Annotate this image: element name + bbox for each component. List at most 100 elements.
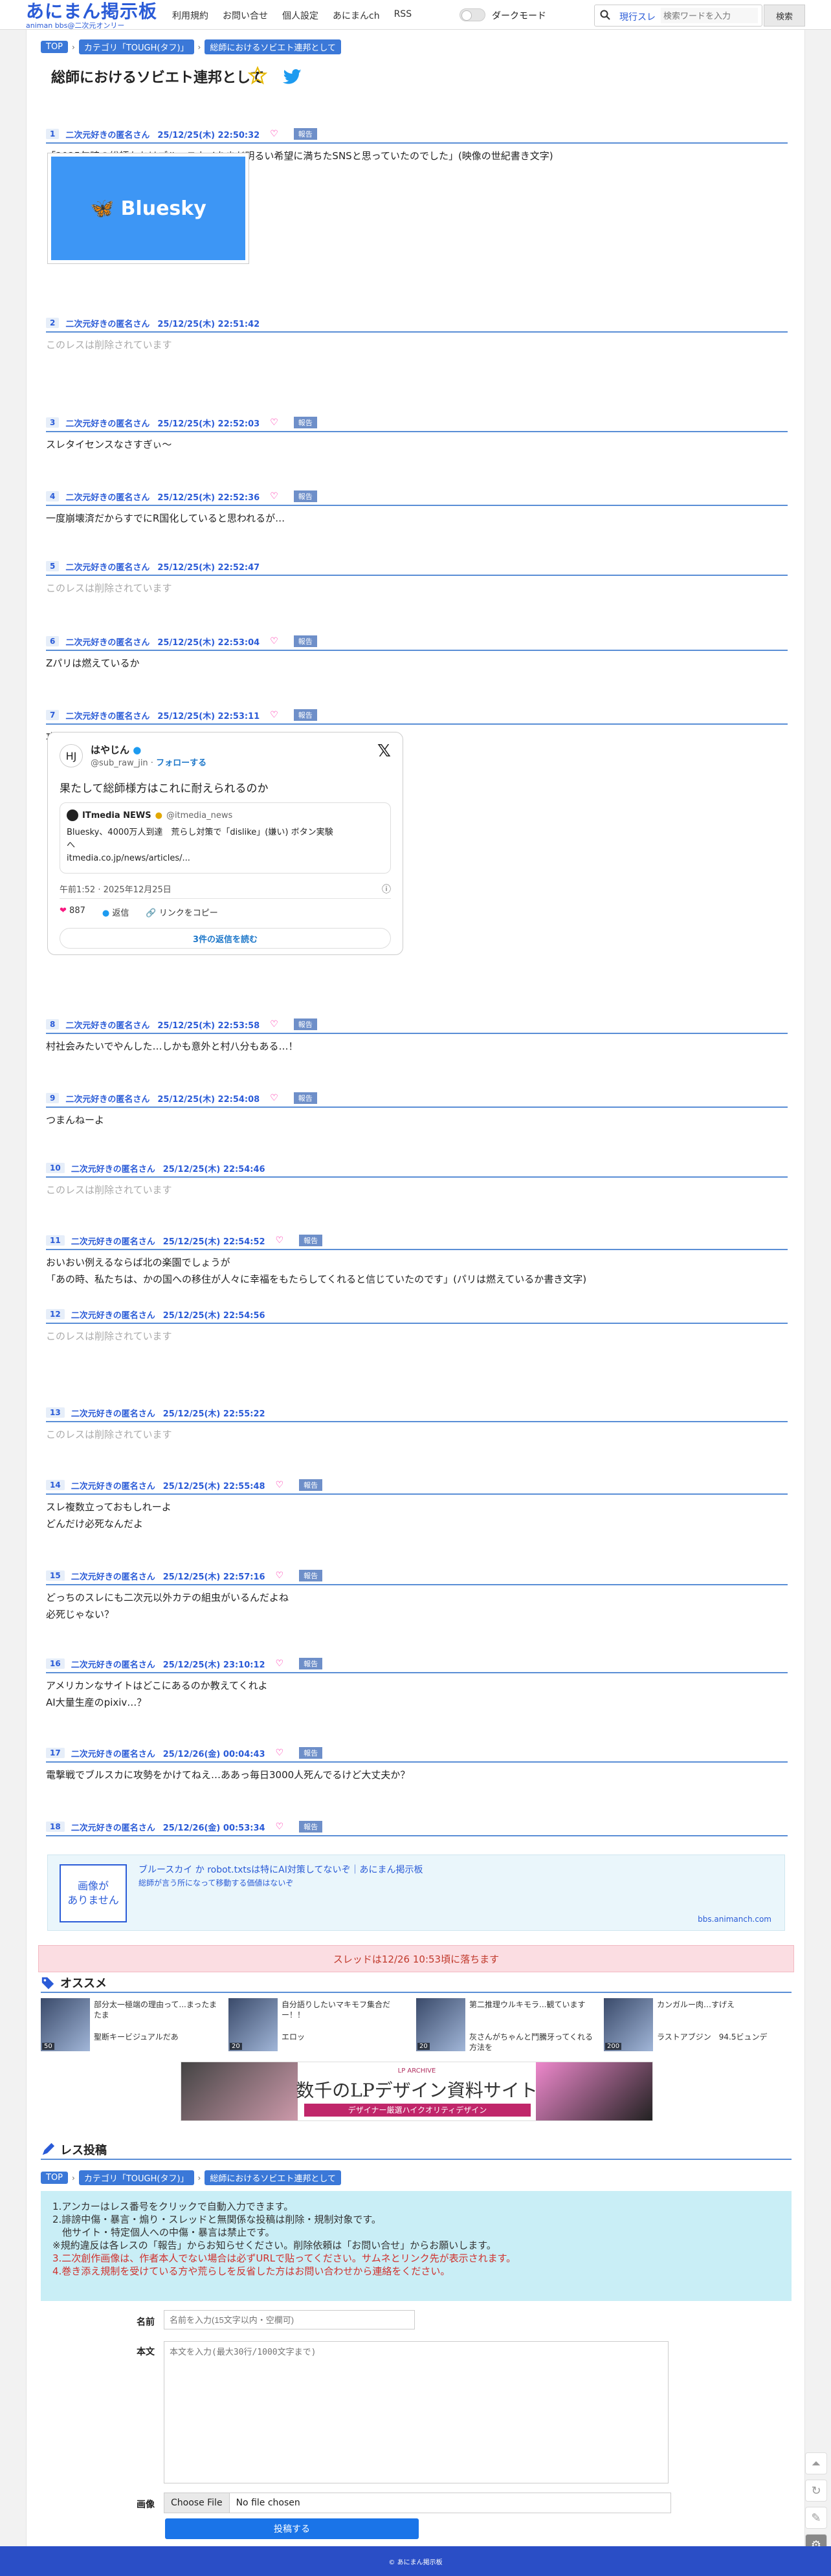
dark-mode-toggle[interactable]	[460, 8, 485, 21]
res-number[interactable]: 15	[46, 1570, 65, 1581]
like-heart-icon[interactable]: ♡	[270, 417, 278, 428]
res-number[interactable]: 18	[46, 1822, 65, 1832]
search-button[interactable]: 検索	[764, 5, 805, 27]
res-number[interactable]: 14	[46, 1480, 65, 1490]
like-heart-icon[interactable]: ♡	[276, 1570, 284, 1581]
breadcrumb-category[interactable]: カテゴリ「TOUGH(タフ)」	[78, 39, 194, 54]
like-heart-icon[interactable]: ♡	[270, 1019, 278, 1029]
tweet-author-name[interactable]: はやじん ●	[91, 743, 141, 756]
report-button[interactable]: 報告	[299, 1747, 323, 1759]
recommend-title[interactable]: 灰さんがちゃんと鬥騰牙ってくれる方法を	[469, 2032, 596, 2053]
like-heart-icon[interactable]: ♡	[270, 636, 278, 646]
report-button[interactable]: 報告	[299, 1658, 323, 1669]
info-icon[interactable]: ⓘ	[382, 883, 391, 896]
rule-line: 1.アンカーはレス番号をクリックで自動入力できます。	[52, 2201, 294, 2212]
res-number[interactable]: 1	[46, 129, 60, 139]
like-heart-icon[interactable]: ♡	[270, 129, 278, 139]
nav-terms[interactable]: 利用規約	[172, 9, 208, 22]
like-heart-icon[interactable]: ♡	[270, 491, 278, 501]
res-number[interactable]: 2	[46, 318, 60, 328]
like-heart-icon[interactable]: ♡	[270, 1093, 278, 1103]
nav-settings[interactable]: 個人設定	[282, 9, 318, 22]
res-number[interactable]: 17	[46, 1748, 65, 1758]
compose-icon[interactable]: ✎	[805, 2507, 827, 2529]
like-button[interactable]: ❤ 887	[60, 906, 85, 918]
search-scope-select[interactable]: 現行スレ	[619, 10, 656, 23]
scroll-top-icon[interactable]: ⏶	[805, 2452, 827, 2474]
recommend-item[interactable]: 50 部分太一極端の理由って...まったまたま 聖断キービジュアルだあ	[41, 1998, 222, 2056]
breadcrumb-category[interactable]: カテゴリ「TOUGH(タフ)」	[78, 2170, 194, 2185]
like-heart-icon[interactable]: ♡	[276, 1480, 284, 1490]
read-replies-button[interactable]: 3件の返信を読む	[60, 928, 391, 949]
recommend-item[interactable]: 20 第二推理ウルキモラ...観ています 灰さんがちゃんと鬥騰牙ってくれる方法を	[416, 1998, 597, 2056]
recommend-title[interactable]: エロッ	[282, 2032, 408, 2042]
tweet-avatar[interactable]: HJ	[60, 744, 83, 767]
report-button[interactable]: 報告	[293, 490, 317, 502]
res-number[interactable]: 3	[46, 417, 60, 428]
recommend-title[interactable]: 自分語りしたいマキモフ集合だー！！	[282, 1999, 408, 2020]
nav-animanch[interactable]: あにまんch	[333, 9, 380, 22]
res-number[interactable]: 7	[46, 710, 60, 720]
post-image[interactable]: 🦋 Bluesky	[47, 153, 249, 264]
report-button[interactable]: 報告	[293, 1092, 317, 1104]
recommend-title[interactable]: カンガルー肉…すげえ	[657, 1999, 784, 2010]
reload-icon[interactable]: ↻	[805, 2480, 827, 2502]
res-number[interactable]: 9	[46, 1093, 60, 1103]
res-number[interactable]: 12	[46, 1309, 65, 1319]
res-number[interactable]: 13	[46, 1407, 65, 1418]
search-input[interactable]	[661, 8, 758, 23]
body-textarea[interactable]	[164, 2341, 669, 2483]
copy-link-button[interactable]: 🔗 リンクをコピー	[146, 906, 217, 918]
embedded-tweet[interactable]: HJ はやじん ● @sub_raw_jin · フォローする 𝕏 果たして総師…	[47, 732, 403, 955]
report-button[interactable]: 報告	[293, 635, 317, 647]
like-heart-icon[interactable]: ♡	[276, 1658, 284, 1669]
name-input[interactable]	[164, 2310, 415, 2329]
report-button[interactable]: 報告	[293, 1018, 317, 1030]
res-number[interactable]: 16	[46, 1658, 65, 1669]
recommend-title[interactable]: 聖断キービジュアルだあ	[94, 2032, 221, 2042]
breadcrumb-top[interactable]: TOP	[41, 2172, 69, 2184]
report-button[interactable]: 報告	[293, 709, 317, 721]
nav-rss[interactable]: RSS	[394, 9, 412, 22]
recommend-title[interactable]: 部分太一極端の理由って...まったまたま	[94, 1999, 221, 2020]
res-number[interactable]: 5	[46, 561, 60, 571]
nav-contact[interactable]: お問い合せ	[223, 9, 268, 22]
report-button[interactable]: 報告	[299, 1570, 323, 1581]
like-heart-icon[interactable]: ♡	[276, 1822, 284, 1832]
report-button[interactable]: 報告	[293, 417, 317, 428]
breadcrumb-thread[interactable]: 総師におけるソビエト連邦として	[205, 2170, 341, 2185]
reply-button[interactable]: ● 返信	[102, 906, 129, 918]
res-number[interactable]: 6	[46, 636, 60, 646]
res-number[interactable]: 8	[46, 1019, 60, 1029]
file-input[interactable]: Choose File No file chosen	[164, 2493, 671, 2513]
res-number[interactable]: 11	[46, 1235, 65, 1246]
x-logo-icon[interactable]: 𝕏	[377, 742, 391, 761]
breadcrumb-thread[interactable]: 総師におけるソビエト連邦として	[205, 39, 341, 54]
like-heart-icon[interactable]: ♡	[276, 1748, 284, 1758]
tweet-timestamp[interactable]: 午前1:52 · 2025年12月25日	[60, 883, 172, 895]
like-heart-icon[interactable]: ♡	[270, 710, 278, 720]
recommend-title[interactable]: ラストアブジン 94.5ビュンデ	[657, 2032, 784, 2042]
link-card-title[interactable]: ブルースカイ か robot.txtsは特にAI対策してないぞ｜あにまん掲示板	[138, 1863, 423, 1876]
recommend-item[interactable]: 20 自分語りしたいマキモフ集合だー！！ エロッ	[228, 1998, 410, 2056]
post-header: 18 二次元好きの匿名さん 25/12/26(金) 00:53:34 ♡ 報告	[46, 1818, 788, 1836]
choose-file-button[interactable]: Choose File	[164, 2493, 230, 2513]
tweet-quote[interactable]: ITmedia NEWS ● @itmedia_news Bluesky、4000万…	[60, 802, 391, 874]
like-heart-icon[interactable]: ♡	[276, 1235, 284, 1246]
breadcrumb-top[interactable]: TOP	[41, 41, 69, 53]
favorite-star-icon[interactable]	[248, 66, 267, 85]
res-number[interactable]: 4	[46, 491, 60, 501]
report-button[interactable]: 報告	[299, 1821, 323, 1833]
twitter-share-icon[interactable]	[283, 69, 302, 85]
report-button[interactable]: 報告	[299, 1235, 323, 1246]
link-card[interactable]: 画像が ありません ブルースカイ か robot.txtsは特にAI対策してない…	[47, 1855, 785, 1931]
tweet-follow-link[interactable]: フォローする	[156, 758, 206, 768]
res-number[interactable]: 10	[46, 1163, 65, 1173]
report-button[interactable]: 報告	[293, 128, 317, 140]
submit-post-button[interactable]: 投稿する	[165, 2518, 419, 2539]
ad-banner[interactable]: LP ARCHIVE 数千のLPデザイン資料サイト デザイナー厳選ハイクオリティ…	[181, 2062, 653, 2121]
recommend-title[interactable]: 第二推理ウルキモラ...観ています	[469, 1999, 596, 2010]
recommend-item[interactable]: 200 カンガルー肉…すげえ ラストアブジン 94.5ビュンデ	[604, 1998, 785, 2056]
site-logo[interactable]: あにまん掲示板 animan bbs@二次元オンリー	[26, 1, 157, 30]
report-button[interactable]: 報告	[299, 1479, 323, 1491]
